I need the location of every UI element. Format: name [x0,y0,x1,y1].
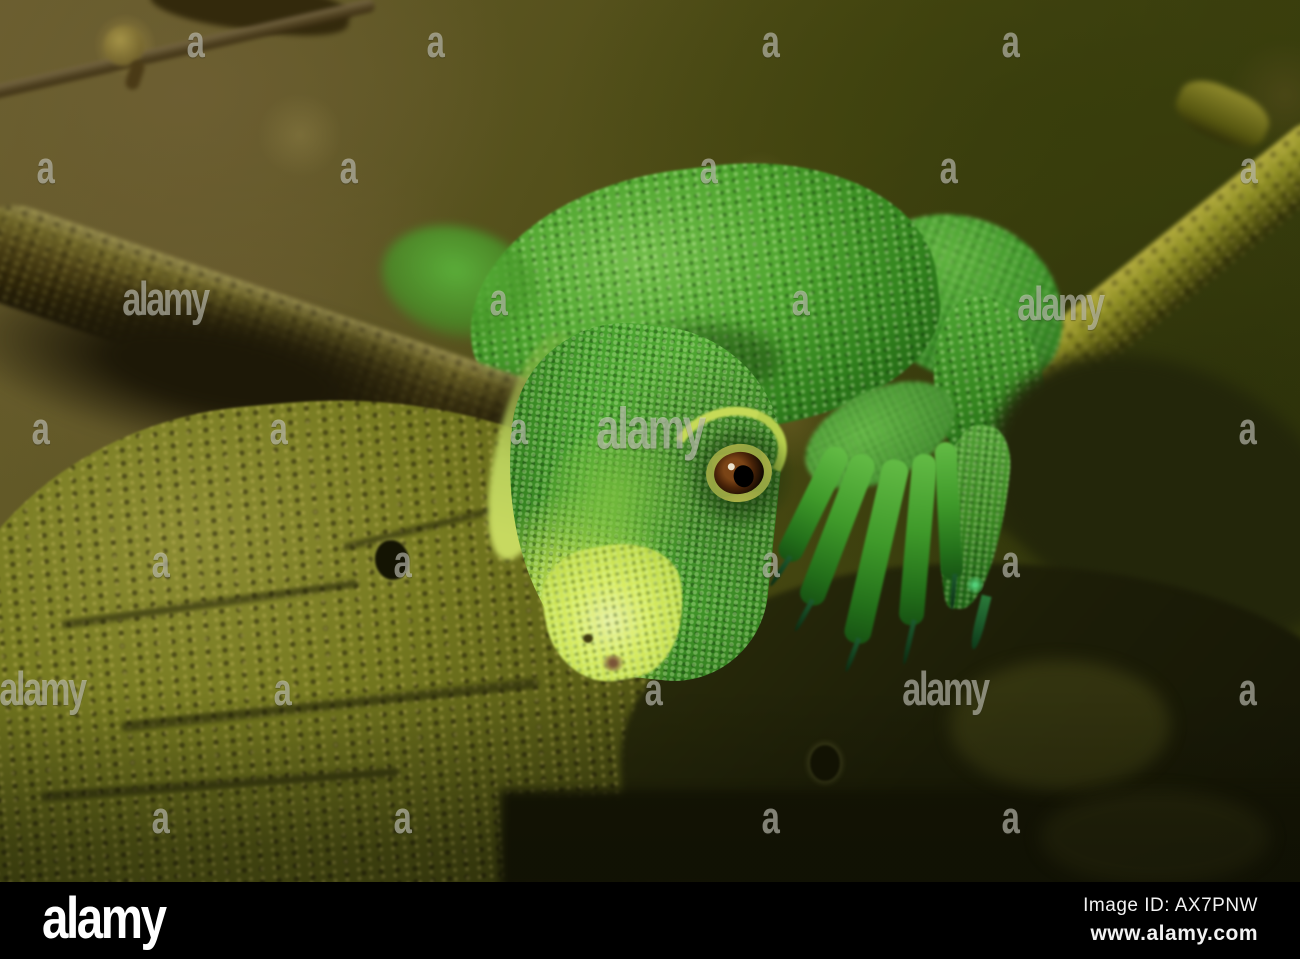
finger-claw [768,554,793,588]
alamy-footer-bar: alamy Image ID: AX7PNW www.alamy.com [0,882,1300,959]
footer-meta: Image ID: AX7PNW www.alamy.com [1083,895,1258,946]
alamy-logo: alamy [42,885,167,951]
moss-patch [1040,790,1270,882]
branch-knob [1168,70,1277,158]
image-id-label: Image ID: AX7PNW [1083,895,1258,916]
moss-patch [950,660,1170,790]
watermark-a: a [426,16,445,67]
watermark-a: a [1001,16,1020,67]
watermark-a: a [339,142,358,193]
watermark-a: a [36,142,55,193]
lizard-pupil [731,463,756,490]
toe-highlight [966,576,984,594]
lizard-photo: a a a a a a a a a a a a a a a a a a a a … [0,0,1300,882]
lizard-nostril [583,634,593,643]
stock-photo-page: a a a a a a a a a a a a a a a a a a a a … [0,0,1300,959]
watermark-a: a [939,142,958,193]
log-knot-hole [810,745,840,781]
alamy-website-url: www.alamy.com [1090,922,1258,945]
watermark-a: a [761,16,780,67]
snout-tip-spot [600,655,626,671]
